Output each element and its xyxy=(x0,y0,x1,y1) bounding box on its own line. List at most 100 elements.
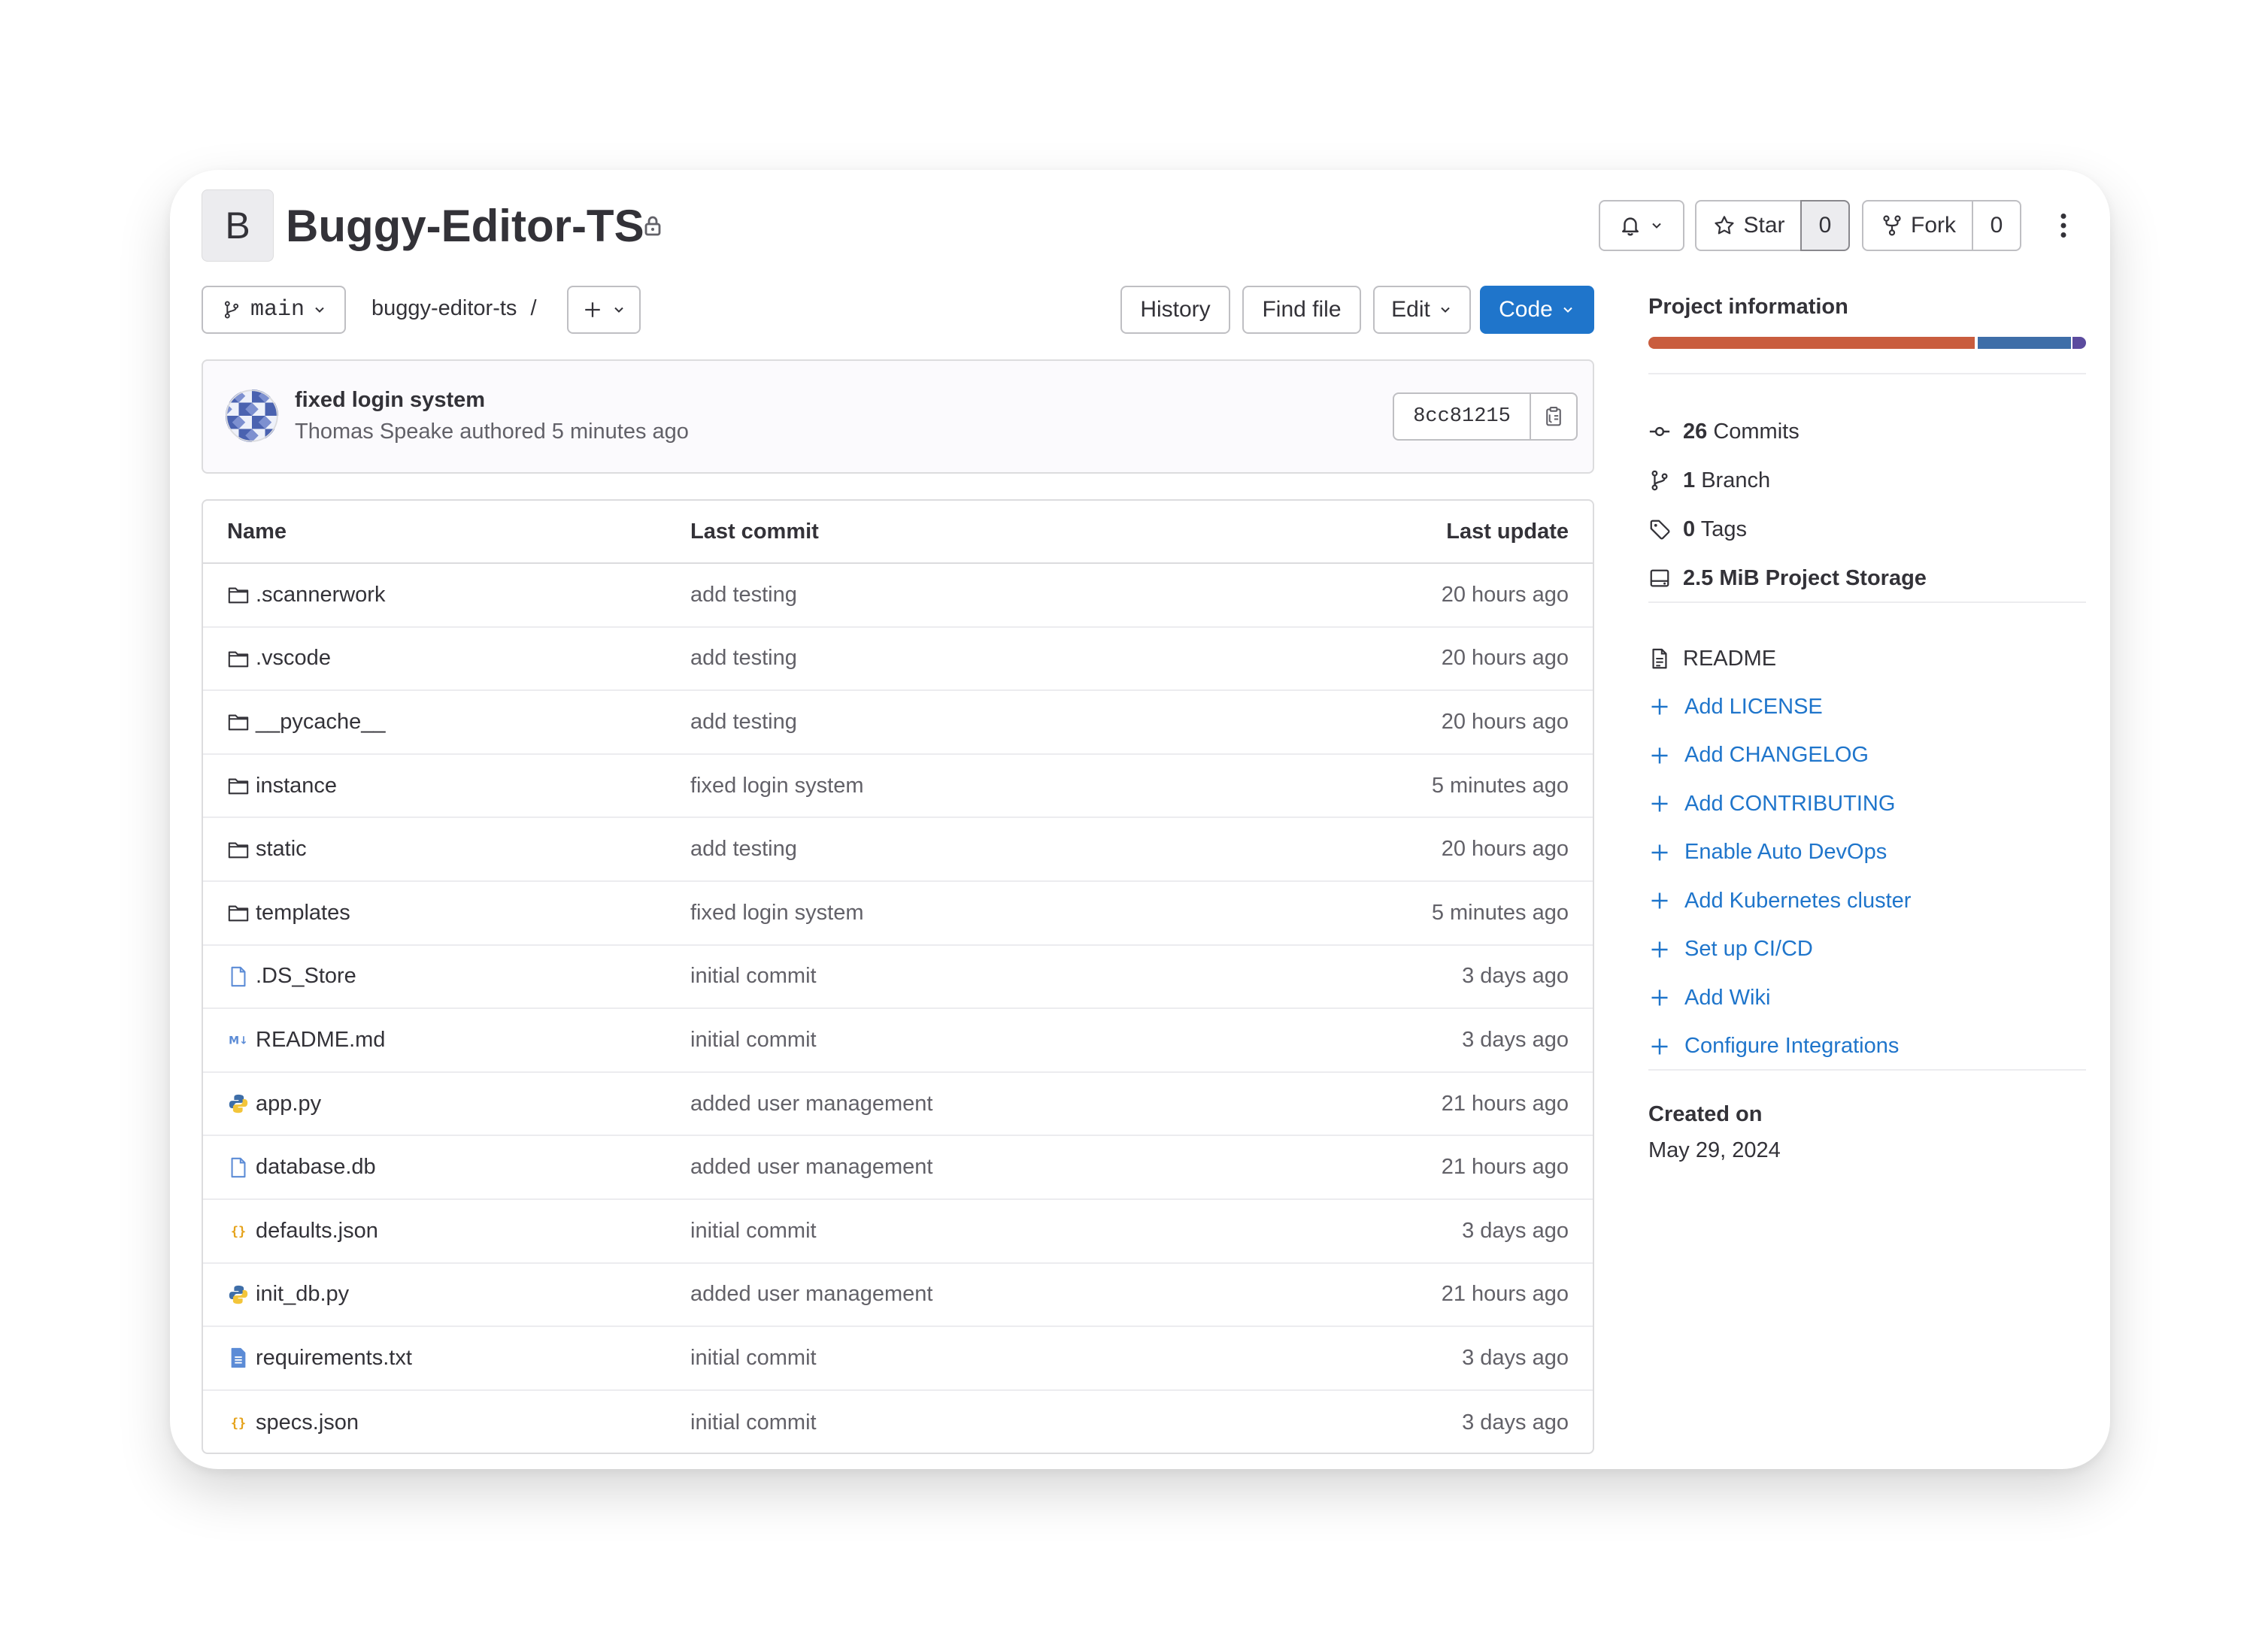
file-name-cell[interactable]: __pycache__ xyxy=(227,691,386,753)
table-row[interactable]: init_db.py added user management 21 hours … xyxy=(203,1264,1593,1328)
file-name-cell[interactable]: .vscode xyxy=(227,628,331,690)
table-row[interactable]: {} defaults.json initial commit 3 days ago xyxy=(203,1200,1593,1264)
chevron-down-icon xyxy=(1652,223,1661,229)
file-name[interactable]: .DS_Store xyxy=(256,964,356,989)
last-update-cell: 3 days ago xyxy=(1462,1345,1569,1370)
file-name-cell[interactable]: database.db xyxy=(227,1136,376,1198)
history-button[interactable]: History xyxy=(1120,286,1230,334)
sidebar-link[interactable]: Add CHANGELOG xyxy=(1648,741,1869,771)
table-row[interactable]: {} specs.json initial commit 3 days ago xyxy=(203,1391,1593,1453)
edit-dropdown[interactable]: Edit xyxy=(1373,286,1471,334)
notifications-dropdown[interactable] xyxy=(1599,200,1684,251)
svg-text:M↓: M↓ xyxy=(229,1035,248,1047)
table-row[interactable]: templates fixed login system 5 minutes ago xyxy=(203,882,1593,946)
commit-message-cell[interactable]: initial commit xyxy=(690,1391,817,1453)
file-name-cell[interactable]: M↓ README.md xyxy=(227,1009,385,1071)
sidebar-link[interactable]: Enable Auto DevOps xyxy=(1648,838,1887,868)
commit-message-cell[interactable]: initial commit xyxy=(690,1200,817,1262)
table-row[interactable]: __pycache__ add testing 20 hours ago xyxy=(203,691,1593,755)
header-name: Name xyxy=(227,519,287,544)
commit-message-cell[interactable]: fixed login system xyxy=(690,755,864,817)
star-count[interactable]: 0 xyxy=(1800,200,1850,251)
sidebar-link[interactable]: Add LICENSE xyxy=(1648,692,1823,722)
stat-branches[interactable]: 1 Branch xyxy=(1648,465,1770,495)
commit-message-cell[interactable]: added user management xyxy=(690,1264,932,1326)
file-name[interactable]: defaults.json xyxy=(256,1219,378,1244)
star-button[interactable]: Star xyxy=(1695,200,1803,251)
author-avatar[interactable] xyxy=(226,389,278,442)
file-name[interactable]: instance xyxy=(256,774,337,798)
file-name-cell[interactable]: requirements.txt xyxy=(227,1327,412,1389)
file-name-cell[interactable]: static xyxy=(227,818,307,880)
file-name-cell[interactable]: init_db.py xyxy=(227,1264,349,1326)
copy-sha-button[interactable] xyxy=(1530,392,1578,441)
table-row[interactable]: .scannerwork add testing 20 hours ago xyxy=(203,564,1593,628)
table-row[interactable]: requirements.txt initial commit 3 days ago xyxy=(203,1327,1593,1391)
language-bar-segment[interactable] xyxy=(1648,337,1975,349)
commit-message-cell[interactable]: added user management xyxy=(690,1136,932,1198)
file-name-cell[interactable]: .DS_Store xyxy=(227,946,356,1008)
find-file-button[interactable]: Find file xyxy=(1242,286,1361,334)
language-bar-segment[interactable] xyxy=(2072,337,2086,349)
stat-tags[interactable]: 0 Tags xyxy=(1648,514,1747,544)
file-name[interactable]: __pycache__ xyxy=(256,710,386,735)
file-name[interactable]: init_db.py xyxy=(256,1282,349,1307)
commit-message-cell[interactable]: initial commit xyxy=(690,1327,817,1389)
file-name[interactable]: .scannerwork xyxy=(256,583,385,607)
commit-message[interactable]: fixed login system xyxy=(295,388,485,413)
file-name[interactable]: README.md xyxy=(256,1028,385,1053)
commit-message-cell[interactable]: added user management xyxy=(690,1073,932,1135)
commit-message-cell[interactable]: add testing xyxy=(690,818,797,880)
file-name[interactable]: static xyxy=(256,837,307,862)
file-name-cell[interactable]: app.py xyxy=(227,1073,321,1135)
stat-commits[interactable]: 26 Commits xyxy=(1648,417,1800,447)
sidebar-link[interactable]: Configure Integrations xyxy=(1648,1032,1899,1062)
file-name-cell[interactable]: templates xyxy=(227,882,350,944)
star-icon xyxy=(1715,216,1735,235)
file-name-cell[interactable]: {} defaults.json xyxy=(227,1200,378,1262)
breadcrumb: buggy-editor-ts / xyxy=(371,296,537,321)
language-bar-segment[interactable] xyxy=(1978,337,2071,349)
table-row[interactable]: .vscode add testing 20 hours ago xyxy=(203,628,1593,692)
fork-count[interactable]: 0 xyxy=(1972,200,2021,251)
file-name[interactable]: app.py xyxy=(256,1092,321,1116)
breadcrumb-project-link[interactable]: buggy-editor-ts xyxy=(371,296,517,321)
file-name-cell[interactable]: instance xyxy=(227,755,337,817)
commit-message-cell[interactable]: add testing xyxy=(690,564,797,626)
sidebar-link[interactable]: Add CONTRIBUTING xyxy=(1648,789,1895,819)
header-last-commit: Last commit xyxy=(690,519,819,544)
code-dropdown[interactable]: Code xyxy=(1480,286,1594,334)
table-row[interactable]: .DS_Store initial commit 3 days ago xyxy=(203,946,1593,1010)
commit-message-cell[interactable]: initial commit xyxy=(690,946,817,1008)
fork-button[interactable]: Fork xyxy=(1862,200,1975,251)
commit-message-cell[interactable]: initial commit xyxy=(690,1009,817,1071)
kebab-vertical-icon[interactable] xyxy=(2048,211,2078,241)
sidebar-link[interactable]: Set up CI/CD xyxy=(1648,935,1813,965)
table-row[interactable]: static add testing 20 hours ago xyxy=(203,818,1593,882)
table-row[interactable]: app.py added user management 21 hours ago xyxy=(203,1073,1593,1137)
file-name[interactable]: requirements.txt xyxy=(256,1346,412,1371)
branch-selector[interactable]: main xyxy=(202,286,346,334)
last-update-cell: 3 days ago xyxy=(1462,1410,1569,1435)
sidebar-link[interactable]: Add Wiki xyxy=(1648,983,1770,1013)
file-name-cell[interactable]: .scannerwork xyxy=(227,564,385,626)
commit-message-cell[interactable]: fixed login system xyxy=(690,882,864,944)
commit-message-cell[interactable]: add testing xyxy=(690,691,797,753)
file-name[interactable]: templates xyxy=(256,901,350,926)
file-name[interactable]: specs.json xyxy=(256,1410,359,1435)
table-row[interactable]: instance fixed login system 5 minutes ago xyxy=(203,755,1593,819)
commit-sha[interactable]: 8cc81215 xyxy=(1393,392,1531,441)
file-name[interactable]: database.db xyxy=(256,1155,376,1180)
file-name[interactable]: .vscode xyxy=(256,646,331,671)
commit-message-cell[interactable]: add testing xyxy=(690,628,797,690)
readme-link[interactable]: README xyxy=(1648,644,1776,674)
chevron-down-icon xyxy=(1563,307,1572,313)
table-row[interactable]: database.db added user management 21 hours… xyxy=(203,1136,1593,1200)
branch-icon xyxy=(224,301,239,319)
file-name-cell[interactable]: {} specs.json xyxy=(227,1391,359,1453)
stat-storage[interactable]: 2.5 MiB Project Storage xyxy=(1648,563,1927,593)
sidebar-link[interactable]: Add Kubernetes cluster xyxy=(1648,886,1911,916)
plus-icon xyxy=(1651,844,1668,860)
table-row[interactable]: M↓ README.md initial commit 3 days ago xyxy=(203,1009,1593,1073)
add-to-tree-dropdown[interactable] xyxy=(567,286,641,334)
